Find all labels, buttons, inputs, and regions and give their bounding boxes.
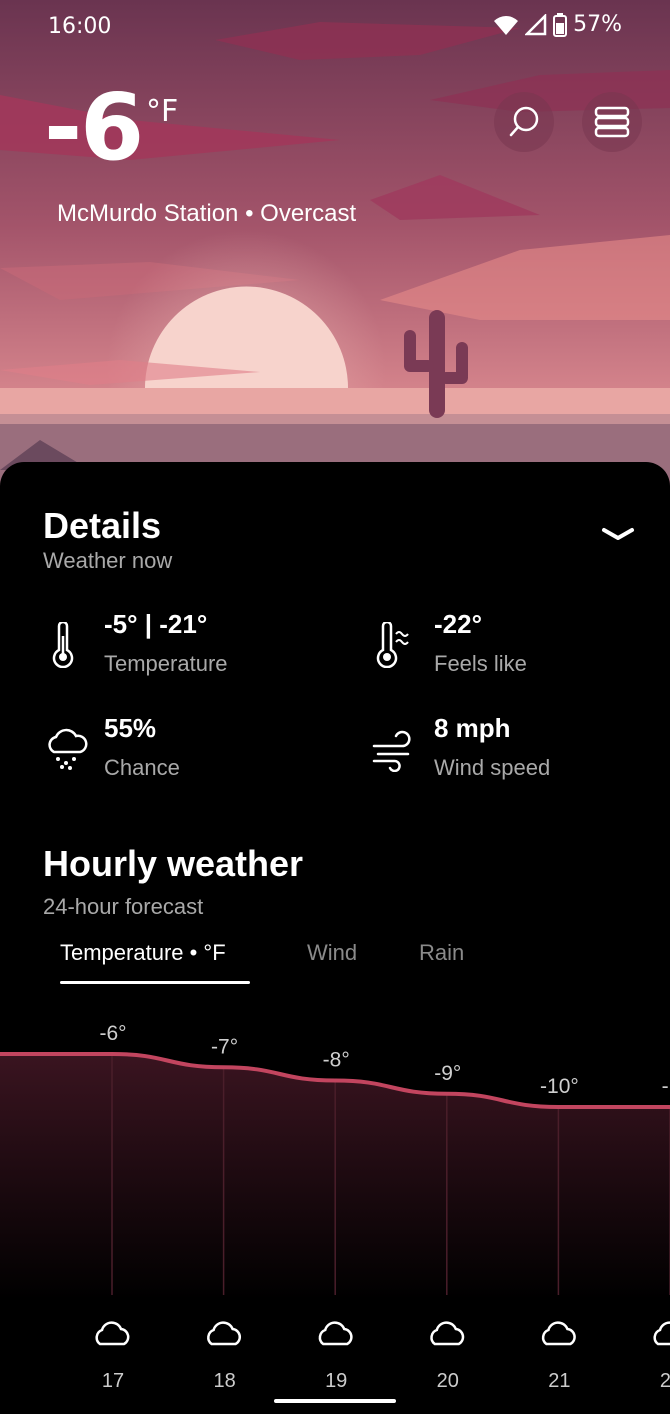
cloud-snow-icon: [48, 728, 88, 770]
home-indicator[interactable]: [274, 1399, 396, 1403]
hourly-title: Hourly weather: [43, 843, 304, 884]
status-icons: 57%: [493, 12, 622, 37]
location-condition: McMurdo Station • Overcast: [57, 200, 357, 227]
tab-wind[interactable]: Wind: [307, 940, 357, 966]
temperature-unit: °F: [146, 94, 179, 129]
details-title: Details: [43, 505, 162, 546]
cloud-icon: [95, 1321, 130, 1346]
cellular-signal-icon: [525, 13, 547, 35]
chart-data-label: -8°: [323, 1049, 350, 1072]
temperature-label: Temperature: [104, 651, 228, 676]
wind-icon: [372, 730, 411, 772]
status-time: 16:00: [48, 14, 112, 39]
details-subtitle: Weather now: [43, 548, 173, 573]
menu-icon: [594, 106, 630, 138]
cloud-icon: [541, 1321, 576, 1346]
wind-speed-label: Wind speed: [434, 755, 551, 780]
search-button[interactable]: [494, 92, 554, 152]
menu-button[interactable]: [582, 92, 642, 152]
feels-like-value: -22°: [434, 609, 482, 639]
temperature-value: -5° | -21°: [104, 609, 208, 639]
chevron-down-icon[interactable]: [598, 524, 638, 544]
hero-background: 16:00 57% -6 °F McMurdo Station • Overca…: [0, 0, 670, 500]
chart-hour-label: 19: [325, 1370, 347, 1392]
thermometer-icon: [52, 622, 74, 668]
wifi-icon: [494, 15, 519, 35]
hourly-subtitle: 24-hour forecast: [43, 894, 204, 919]
cloud-icon: [430, 1321, 465, 1346]
hourly-temperature-chart: -6° 17 -7° 18 -8° 19 -9° 20 -10° 21 -1 22: [0, 1022, 670, 1392]
chart-hour-label: 21: [548, 1370, 570, 1392]
chance-label: Chance: [104, 755, 180, 780]
search-icon: [509, 106, 539, 137]
active-tab-indicator: [60, 981, 250, 984]
chart-hour-label: 17: [102, 1370, 124, 1392]
chart-data-label: -9°: [434, 1062, 461, 1085]
status-bar: 16:00 57%: [0, 0, 670, 56]
battery-icon: [553, 12, 568, 37]
cloud-icon: [653, 1321, 670, 1346]
current-temperature: -6: [44, 74, 144, 181]
chart-data-label: -6°: [99, 1022, 126, 1045]
wind-speed-value: 8 mph: [434, 713, 511, 743]
feels-like-thermometer-icon: [376, 622, 409, 668]
tab-temperature[interactable]: Temperature • °F: [60, 940, 226, 966]
chart-data-label: -1: [662, 1075, 670, 1098]
chart-data-label: -7°: [211, 1035, 238, 1058]
chart-data-label: -10°: [540, 1075, 579, 1098]
battery-percentage: 57%: [573, 12, 622, 37]
cloud-icon: [318, 1321, 353, 1346]
chart-hour-label: 20: [437, 1370, 459, 1392]
chart-hour-label: 18: [213, 1370, 235, 1392]
chart-hour-label: 22: [660, 1370, 670, 1392]
feels-like-label: Feels like: [434, 651, 527, 676]
cloud-icon: [207, 1321, 242, 1346]
chance-value: 55%: [104, 713, 157, 743]
tab-rain[interactable]: Rain: [419, 940, 464, 966]
